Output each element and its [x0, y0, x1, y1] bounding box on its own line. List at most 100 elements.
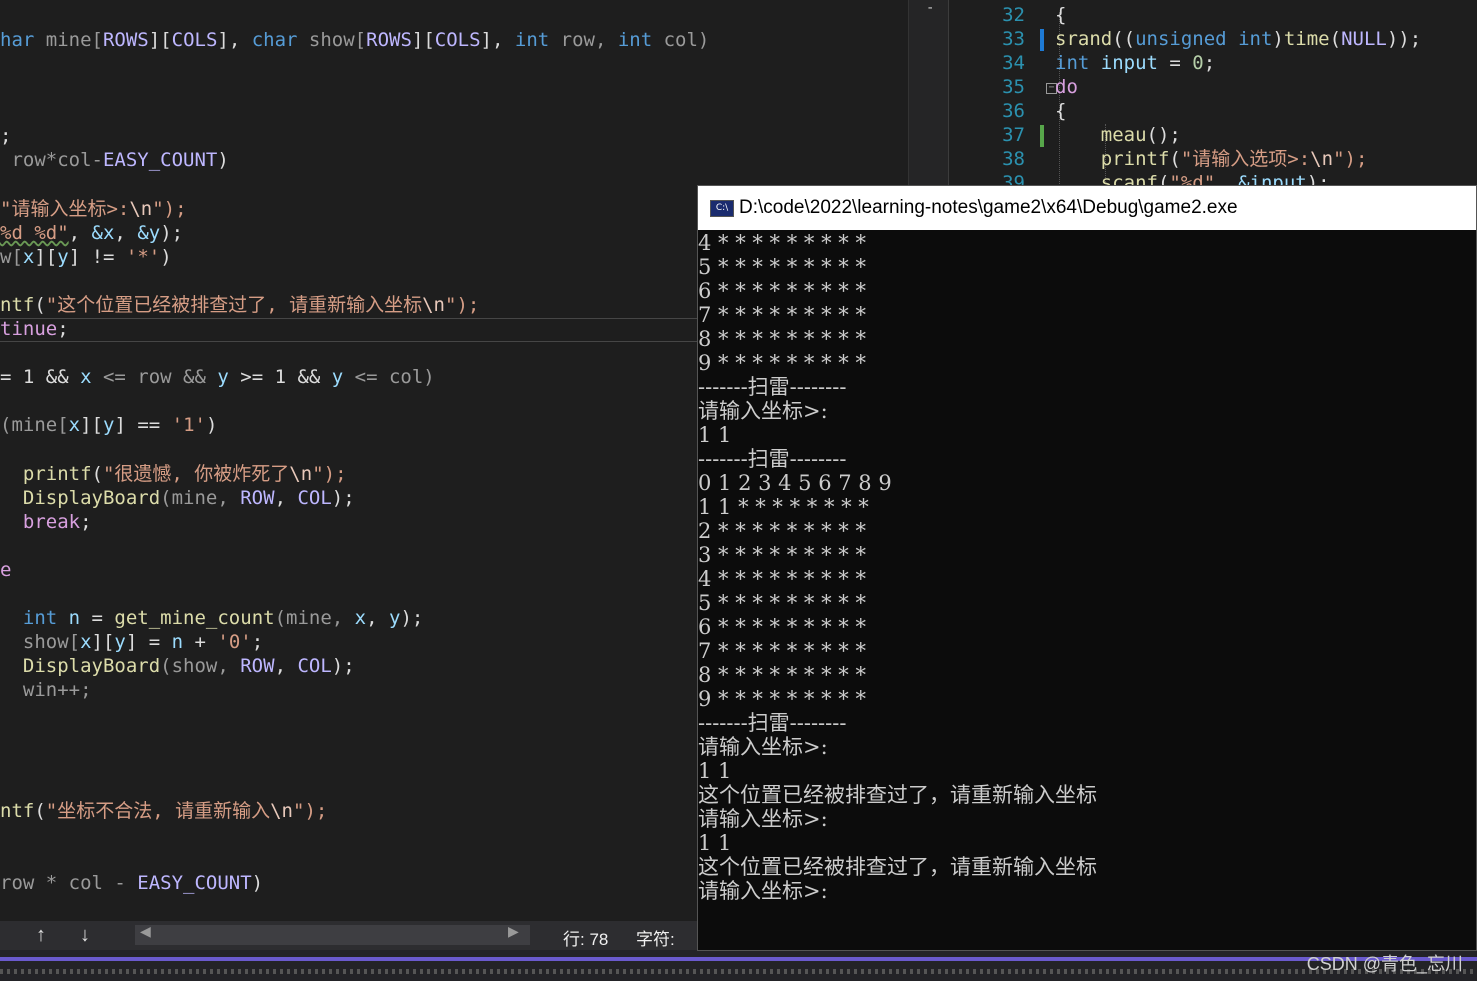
code-token: row, [549, 29, 618, 51]
console-line: 3 * * * * * * * * * [698, 543, 866, 567]
code-token: n [57, 607, 81, 629]
console-line: 7 * * * * * * * * * [698, 639, 866, 663]
code-token: "请输入选项>: [1180, 148, 1311, 170]
up-arrow-icon[interactable]: ↑ [29, 922, 53, 948]
code-token: show[ [0, 631, 81, 653]
line-number: 34 [1002, 52, 1025, 74]
code-token: ); [400, 607, 424, 629]
collapse-icon[interactable]: - [926, 0, 934, 16]
code-token: ][ [91, 631, 115, 653]
console-line: 请输入坐标>: [698, 879, 828, 903]
code-token: , [274, 655, 298, 677]
code-token: { [1055, 100, 1067, 122]
code-token: ][ [411, 29, 435, 51]
console-window[interactable]: C:\ D:\code\2022\learning-notes\game2\x6… [697, 185, 1477, 951]
down-arrow-icon[interactable]: ↓ [73, 922, 97, 948]
code-token: ], [217, 29, 252, 51]
code-token: y [217, 366, 229, 388]
code-token: ] != [68, 246, 126, 268]
code-token: ( [1169, 148, 1181, 170]
code-token: ROW [240, 487, 275, 509]
code-token: "); [152, 198, 187, 220]
code-token: ); [160, 222, 184, 244]
code-token: ROWS [366, 29, 412, 51]
console-output[interactable]: 4 * * * * * * * * * 5 * * * * * * * * * 6 … [698, 231, 1097, 903]
console-titlebar[interactable]: C:\ D:\code\2022\learning-notes\game2\x6… [698, 186, 1476, 230]
line-number: 35 [1002, 76, 1025, 98]
code-token: col) [652, 29, 710, 51]
code-token: + [183, 631, 218, 653]
scroll-left-icon[interactable]: ◀ [140, 923, 151, 940]
code-token: ( [34, 294, 46, 316]
code-token: printf [1055, 148, 1170, 170]
code-token: { [1055, 4, 1067, 26]
code-token: har [0, 29, 35, 51]
code-token: ( [91, 463, 103, 485]
code-token: srand [1055, 28, 1113, 50]
code-line: row * col - EASY_COUNT) [0, 871, 263, 895]
code-token: int [514, 29, 550, 51]
code-token: "很遗憾, 你被炸死了 [102, 463, 290, 485]
code-token: <= row && [91, 366, 218, 388]
code-token: NULL [1341, 28, 1387, 50]
code-token: char [251, 29, 298, 51]
code-line: do [1055, 75, 1078, 99]
code-token: ] = [125, 631, 172, 653]
code-line: tinue; [0, 317, 69, 341]
code-line: har mine[ROWS][COLS], char show[ROWS][CO… [0, 28, 709, 52]
code-token: = [80, 607, 115, 629]
code-line: DisplayBoard(show, ROW, COL); [0, 654, 355, 678]
code-line: %d %d", &x, &y); [0, 221, 183, 245]
code-token: "); [312, 463, 347, 485]
console-line: 8 * * * * * * * * * [698, 327, 866, 351]
code-token: <= col) [343, 366, 435, 388]
code-token: (mine, [160, 487, 241, 509]
console-line: 1 1 * * * * * * * * [698, 495, 869, 519]
code-token: ) [205, 414, 218, 436]
code-token: '*' [125, 246, 161, 268]
code-token: int [0, 607, 58, 629]
code-token: )); [1386, 28, 1422, 50]
code-token: \n [422, 294, 445, 316]
line-number: 32 [1002, 4, 1025, 26]
bottom-panel-strip [0, 950, 1477, 981]
code-token: get_mine_count [114, 607, 275, 629]
console-line: 5 * * * * * * * * * [698, 255, 866, 279]
code-token: ROWS [102, 29, 149, 51]
code-token: COLS [434, 29, 481, 51]
code-token: , [114, 222, 138, 244]
code-token: show[ [297, 29, 367, 51]
code-token: y [331, 366, 344, 388]
code-line: { [1055, 99, 1066, 123]
console-line: 0 1 2 3 4 5 6 7 8 9 [698, 471, 892, 495]
code-token: y [389, 607, 401, 629]
code-token: COLS [171, 29, 218, 51]
code-line: ; [0, 124, 11, 148]
scroll-right-icon[interactable]: ▶ [508, 923, 519, 940]
code-line: "请输入坐标>:\n"); [0, 197, 187, 221]
code-token: win++; [0, 679, 92, 701]
code-token: y [114, 631, 126, 653]
code-token: = 1 && [0, 366, 81, 388]
console-line: 8 * * * * * * * * * [698, 663, 866, 687]
code-token: ) [1272, 28, 1284, 50]
code-token: int [1238, 28, 1273, 50]
code-token: ) [160, 246, 172, 268]
code-token: ; [251, 631, 264, 653]
horizontal-scrollbar[interactable] [135, 925, 530, 945]
code-token: ; [57, 318, 69, 340]
code-token: unsigned [1135, 28, 1227, 50]
console-line: 6 * * * * * * * * * [698, 615, 866, 639]
code-token: do [1055, 76, 1078, 98]
code-token: (show, [160, 655, 241, 677]
console-line: 请输入坐标>: [698, 807, 828, 831]
code-line: row*col-EASY_COUNT) [0, 148, 228, 172]
line-position[interactable]: 行: 78 [563, 925, 608, 950]
console-line: 请输入坐标>: [698, 399, 828, 423]
code-line: e [0, 558, 11, 582]
code-token: , [274, 487, 298, 509]
code-token: x [80, 631, 92, 653]
console-line: 2 * * * * * * * * * [698, 519, 866, 543]
code-token: tinue [0, 318, 58, 340]
code-token: ); [331, 487, 355, 509]
